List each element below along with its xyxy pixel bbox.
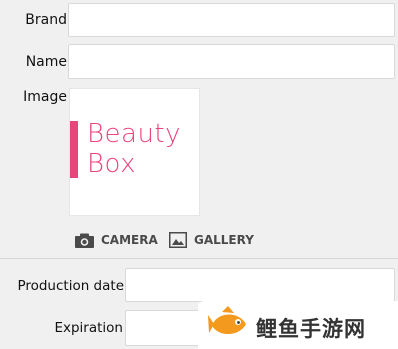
section-divider	[0, 258, 398, 259]
gallery-button[interactable]: GALLERY	[169, 231, 254, 249]
image-preview[interactable]: Beauty Box	[69, 88, 200, 216]
logo-line-1: Beauty	[87, 119, 182, 149]
beauty-box-logo: Beauty Box	[87, 119, 181, 179]
image-label: Image	[23, 89, 67, 105]
camera-button[interactable]: CAMERA	[75, 231, 158, 249]
name-label: Name	[25, 54, 67, 70]
production-date-label: Production date	[17, 278, 124, 294]
logo-line-2: Box	[87, 149, 137, 179]
watermark-badge: 鲤鱼手游网	[198, 301, 398, 349]
name-input[interactable]	[68, 44, 395, 79]
gallery-icon	[169, 232, 187, 248]
watermark-text: 鲤鱼手游网	[256, 317, 366, 341]
brand-input[interactable]	[68, 3, 395, 37]
gallery-label: GALLERY	[194, 233, 254, 247]
camera-icon	[75, 233, 94, 248]
expiration-label: Expiration	[54, 320, 123, 336]
production-date-input[interactable]	[125, 268, 395, 302]
camera-label: CAMERA	[101, 233, 158, 247]
logo-accent-bar	[70, 121, 78, 178]
brand-label: Brand	[25, 12, 67, 28]
fish-logo-icon	[208, 306, 246, 335]
